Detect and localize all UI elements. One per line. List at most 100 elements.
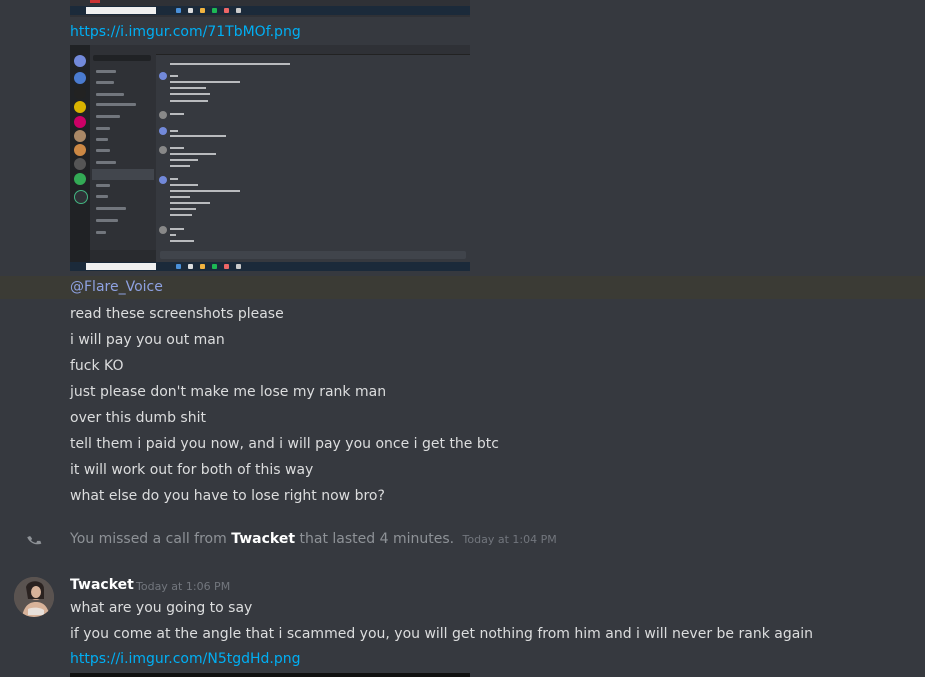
avatar (159, 111, 167, 119)
dm-entry (96, 149, 110, 152)
taskbar-icon (176, 8, 181, 13)
text-line (170, 234, 176, 236)
red-badge (90, 0, 100, 3)
dm-entry (96, 115, 120, 118)
image-link-1[interactable]: https://i.imgur.com/71TbMOf.png (70, 24, 301, 40)
dm-entry (96, 161, 116, 164)
dm-entry (96, 70, 116, 73)
taskbar (70, 262, 470, 271)
message-line: just please don't make me lose my rank m… (70, 384, 387, 400)
dm-entry (96, 231, 106, 234)
text-line (170, 63, 290, 65)
text-line (170, 113, 184, 115)
text-line (170, 178, 178, 180)
message-author[interactable]: Twacket (70, 577, 134, 593)
message-line: what else do you have to lose right now … (70, 488, 385, 504)
dm-entry (96, 93, 124, 96)
text-line (170, 228, 184, 230)
dm-entry (96, 103, 136, 106)
text-line (170, 165, 190, 167)
dm-entry-selected (92, 169, 154, 180)
server-icon (74, 158, 86, 170)
call-prefix: You missed a call from (70, 531, 227, 547)
message-timestamp: Today at 1:06 PM (136, 580, 231, 593)
avatar (159, 72, 167, 80)
avatar[interactable] (14, 577, 54, 617)
taskbar-icon (200, 8, 205, 13)
server-icon (74, 116, 86, 128)
message-line: tell them i paid you now, and i will pay… (70, 436, 499, 452)
taskbar-icon (224, 8, 229, 13)
find-conversation (93, 55, 151, 61)
chat-area (156, 45, 470, 262)
message-line: it will work out for both of this way (70, 462, 314, 478)
text-line (170, 214, 192, 216)
server-icon (74, 173, 86, 185)
add-server-icon (74, 190, 88, 204)
text-line (170, 100, 208, 102)
user-mention[interactable]: @Flare_Voice (70, 279, 163, 295)
text-line (170, 87, 206, 89)
message-line: fuck KO (70, 358, 124, 374)
server-icon (74, 130, 86, 142)
message-line: what are you going to say (70, 600, 253, 616)
text-line (170, 190, 240, 192)
avatar (159, 176, 167, 184)
avatar (159, 127, 167, 135)
taskbar-icon (188, 8, 193, 13)
caller-name[interactable]: Twacket (231, 531, 295, 547)
call-timestamp: Today at 1:04 PM (462, 533, 557, 546)
call-suffix: that lasted 4 minutes. (299, 531, 455, 547)
taskbar-icon (236, 264, 241, 269)
dm-list (90, 45, 156, 262)
taskbar-icon (224, 264, 229, 269)
avatar (159, 226, 167, 234)
text-line (170, 240, 194, 242)
text-line (170, 93, 210, 95)
text-line (170, 135, 226, 137)
taskbar-icon (200, 264, 205, 269)
dm-entry (96, 81, 114, 84)
text-line (170, 75, 178, 77)
server-icon (74, 144, 86, 156)
dm-entry (96, 219, 118, 222)
taskbar-icon (212, 8, 217, 13)
dm-entry (96, 207, 126, 210)
taskbar-icon (188, 264, 193, 269)
text-line (170, 184, 198, 186)
missed-call-message: You missed a call from Twacket that last… (70, 531, 557, 547)
taskbar-icon (236, 8, 241, 13)
text-line (170, 147, 184, 149)
message-line: read these screenshots please (70, 306, 284, 322)
dm-entry (96, 184, 110, 187)
text-line (170, 153, 216, 155)
user-panel (90, 250, 156, 262)
discord-home-icon (74, 55, 86, 67)
text-line (170, 130, 178, 132)
server-list (70, 45, 90, 262)
server-icon (74, 72, 86, 84)
message-line: if you come at the angle that i scammed … (70, 626, 814, 642)
text-line (170, 159, 198, 161)
taskbar-icon (176, 264, 181, 269)
text-line (170, 81, 240, 83)
embedded-screenshot-top[interactable] (70, 0, 470, 17)
avatar-image (14, 577, 54, 617)
message-line: over this dumb shit (70, 410, 206, 426)
image-link-2[interactable]: https://i.imgur.com/N5tgdHd.png (70, 651, 301, 667)
search-box (86, 7, 156, 14)
text-line (170, 202, 210, 204)
search-box (86, 263, 156, 270)
message-line: i will pay you out man (70, 332, 225, 348)
taskbar-icon (212, 264, 217, 269)
text-line (170, 196, 190, 198)
server-icon (74, 87, 86, 99)
chat-header (156, 45, 470, 55)
embedded-screenshot[interactable] (70, 45, 470, 271)
dm-entry (96, 138, 108, 141)
avatar (159, 146, 167, 154)
server-icon (74, 101, 86, 113)
dm-entry (96, 195, 108, 198)
taskbar (70, 6, 470, 15)
embedded-screenshot-bottom[interactable] (70, 673, 470, 677)
